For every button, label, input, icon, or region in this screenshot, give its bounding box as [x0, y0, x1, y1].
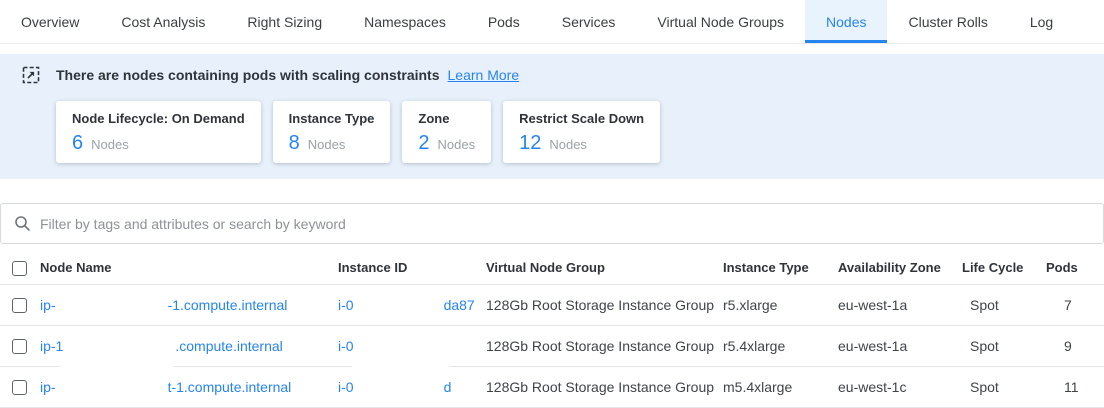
life-cycle-value: Spot [962, 297, 1046, 313]
card-value: 6 [72, 133, 83, 153]
virtual-node-group-value: 128Gb Root Storage Instance Group [486, 338, 723, 354]
banner-message: There are nodes containing pods with sca… [56, 67, 440, 83]
card-restrict-scale-down[interactable]: Restrict Scale Down 12 Nodes [503, 101, 660, 163]
row-checkbox[interactable] [12, 380, 27, 395]
card-unit: Nodes [91, 137, 129, 152]
col-instance-type: Instance Type [723, 260, 838, 275]
col-instance-id: Instance ID [338, 260, 486, 275]
constraint-summary-cards: Node Lifecycle: On Demand 6 Nodes Instan… [56, 101, 1082, 163]
tab-bar: Overview Cost Analysis Right Sizing Name… [0, 0, 1104, 44]
card-title: Node Lifecycle: On Demand [72, 112, 245, 126]
card-unit: Nodes [438, 137, 476, 152]
instance-id-link[interactable]: i-0da87 [338, 297, 475, 313]
redaction-mask [352, 363, 449, 370]
life-cycle-value: Spot [962, 338, 1046, 354]
table-row: ip--1.compute.internal i-0da87 128Gb Roo… [0, 285, 1104, 326]
card-title: Instance Type [289, 112, 375, 126]
col-life-cycle: Life Cycle [962, 260, 1046, 275]
search-icon [14, 215, 31, 232]
table-row: ip-1.compute.internal i-0 128Gb Root Sto… [0, 326, 1104, 367]
tab-virtual-node-groups[interactable]: Virtual Node Groups [636, 0, 805, 43]
tab-log[interactable]: Log [1009, 0, 1074, 43]
instance-type-value: m5.4xlarge [723, 379, 838, 395]
instance-type-value: r5.4xlarge [723, 338, 838, 354]
pods-value: 7 [1046, 297, 1104, 313]
card-unit: Nodes [308, 137, 346, 152]
card-value: 12 [519, 133, 541, 153]
card-value: 8 [289, 133, 300, 153]
table-row: ip-t-1.compute.internal i-0d 128Gb Root … [0, 367, 1104, 408]
card-instance-type[interactable]: Instance Type 8 Nodes [273, 101, 391, 163]
col-pods: Pods [1046, 260, 1104, 275]
pods-value: 11 [1046, 379, 1104, 395]
card-title: Restrict Scale Down [519, 112, 644, 126]
virtual-node-group-value: 128Gb Root Storage Instance Group [486, 297, 723, 313]
tab-namespaces[interactable]: Namespaces [343, 0, 467, 43]
instance-id-link[interactable]: i-0d [338, 379, 451, 395]
availability-zone-value: eu-west-1c [838, 379, 962, 395]
node-name-link[interactable]: ip-t-1.compute.internal [40, 379, 291, 395]
search-input[interactable] [40, 216, 1090, 232]
availability-zone-value: eu-west-1a [838, 297, 962, 313]
tab-pods[interactable]: Pods [467, 0, 541, 43]
row-checkbox[interactable] [12, 298, 27, 313]
card-value: 2 [418, 133, 429, 153]
instance-id-link[interactable]: i-0 [338, 338, 444, 354]
life-cycle-value: Spot [962, 379, 1046, 395]
tab-services[interactable]: Services [541, 0, 637, 43]
availability-zone-value: eu-west-1a [838, 338, 962, 354]
col-availability-zone: Availability Zone [838, 260, 962, 275]
tab-cluster-rolls[interactable]: Cluster Rolls [887, 0, 1008, 43]
card-zone[interactable]: Zone 2 Nodes [402, 101, 491, 163]
select-all-checkbox[interactable] [12, 261, 27, 276]
col-node-name: Node Name [40, 260, 338, 275]
nodes-table: Node Name Instance ID Virtual Node Group… [0, 251, 1104, 408]
tab-overview[interactable]: Overview [0, 0, 100, 43]
tab-right-sizing[interactable]: Right Sizing [226, 0, 343, 43]
learn-more-link[interactable]: Learn More [448, 67, 520, 83]
tab-nodes[interactable]: Nodes [805, 0, 887, 43]
table-header-row: Node Name Instance ID Virtual Node Group… [0, 251, 1104, 285]
col-virtual-node-group: Virtual Node Group [486, 260, 723, 275]
node-name-link[interactable]: ip-1.compute.internal [40, 338, 283, 354]
node-name-link[interactable]: ip--1.compute.internal [40, 297, 287, 313]
pods-value: 9 [1046, 338, 1104, 354]
instance-type-value: r5.xlarge [723, 297, 838, 313]
virtual-node-group-value: 128Gb Root Storage Instance Group [486, 379, 723, 395]
search-bar [0, 203, 1104, 244]
scale-pods-icon [22, 66, 40, 84]
scaling-constraints-banner: There are nodes containing pods with sca… [0, 54, 1104, 179]
row-checkbox[interactable] [12, 339, 27, 354]
card-node-lifecycle[interactable]: Node Lifecycle: On Demand 6 Nodes [56, 101, 261, 163]
card-title: Zone [418, 112, 475, 126]
tab-cost-analysis[interactable]: Cost Analysis [100, 0, 226, 43]
card-unit: Nodes [549, 137, 587, 152]
redaction-mask [60, 363, 174, 370]
